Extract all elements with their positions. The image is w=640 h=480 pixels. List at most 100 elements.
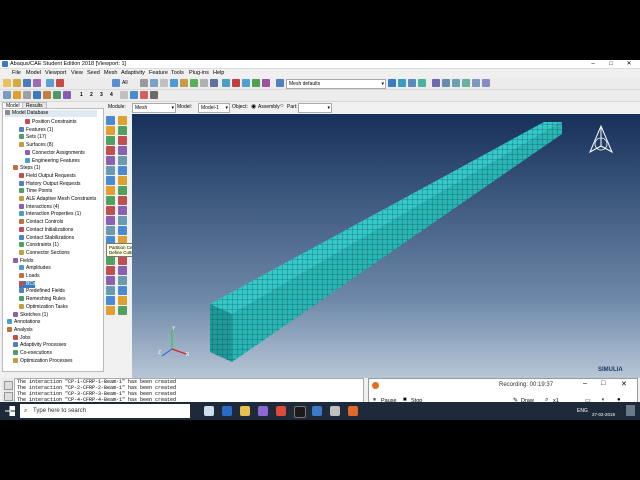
red-line-icon[interactable]: [232, 79, 240, 87]
tree-item[interactable]: Co-executions: [13, 350, 52, 357]
close-button[interactable]: ✕: [620, 60, 638, 68]
tree-item[interactable]: Optimization Tasks: [19, 303, 68, 311]
view-top-icon[interactable]: [452, 79, 460, 87]
menu-seed[interactable]: Seed: [87, 70, 100, 76]
box-zoom-icon[interactable]: [180, 79, 188, 87]
tree-item[interactable]: Position Constraints: [25, 119, 76, 126]
viewport-tool-icon-1[interactable]: [3, 91, 11, 99]
mesh-tool-icon[interactable]: [106, 226, 115, 235]
shade-icon-3[interactable]: [408, 79, 416, 87]
minimize-button[interactable]: –: [584, 60, 602, 68]
mesh-tool-icon[interactable]: [106, 296, 115, 305]
recorder-taskbar-icon[interactable]: [348, 406, 358, 416]
mesh-tool-icon[interactable]: [106, 116, 115, 125]
save-icon[interactable]: [23, 79, 31, 87]
viewport-tool-icon-4[interactable]: [33, 91, 41, 99]
viewport-tool-icon-2[interactable]: [13, 91, 21, 99]
view-back-icon[interactable]: [442, 79, 450, 87]
tree-item[interactable]: Sets (17): [19, 134, 46, 141]
zoom-icon[interactable]: [170, 79, 178, 87]
tree-item[interactable]: Annotations: [7, 319, 40, 326]
tree-item[interactable]: ALE Adaptive Mesh Constraints: [19, 196, 96, 203]
viewport-tool-icon-10[interactable]: [140, 91, 148, 99]
mesh-tool-icon[interactable]: [106, 136, 115, 145]
mesh-tool-icon[interactable]: [118, 206, 127, 215]
mesh-tool-icon[interactable]: [118, 196, 127, 205]
shade-icon-1[interactable]: [388, 79, 396, 87]
display-group-icon[interactable]: [262, 79, 270, 87]
tree-item[interactable]: Loads: [19, 273, 40, 280]
mesh-tool-icon[interactable]: [106, 206, 115, 215]
pan-icon[interactable]: [140, 79, 148, 87]
select-icon[interactable]: [112, 79, 120, 87]
mesh-tool-icon[interactable]: [118, 286, 127, 295]
color-code-icon[interactable]: [56, 79, 64, 87]
mesh-tool-icon[interactable]: [106, 126, 115, 135]
task-view-icon[interactable]: [204, 406, 214, 416]
viewport-tool-icon-6[interactable]: [53, 91, 61, 99]
magnify-icon[interactable]: [160, 79, 168, 87]
mesh-tool-icon[interactable]: [118, 186, 127, 195]
tree-item[interactable]: Optimization Processes: [13, 357, 73, 365]
windows-start-icon[interactable]: [5, 406, 15, 416]
view-right-icon[interactable]: [482, 79, 490, 87]
tree-item[interactable]: Steps (1): [13, 165, 40, 172]
tree-item[interactable]: Fields: [13, 257, 33, 265]
viewport-tool-icon-3[interactable]: [23, 91, 31, 99]
mesh-tool-icon[interactable]: [118, 156, 127, 165]
new-icon[interactable]: [3, 79, 11, 87]
mesh-tool-icon[interactable]: [118, 216, 127, 225]
auto-fit-icon[interactable]: [190, 79, 198, 87]
view-front-icon[interactable]: [432, 79, 440, 87]
mesh-tool-icon[interactable]: [106, 196, 115, 205]
tree-item[interactable]: Surfaces (8): [19, 142, 53, 149]
menu-adaptivity[interactable]: Adaptivity: [121, 70, 145, 76]
shade-icon-2[interactable]: [398, 79, 406, 87]
view-left-icon[interactable]: [472, 79, 480, 87]
viewport-tool-icon-11[interactable]: [150, 91, 158, 99]
mesh-tool-icon[interactable]: [106, 276, 115, 285]
menu-help[interactable]: Help: [213, 70, 224, 76]
viewport-number-3[interactable]: 3: [100, 92, 103, 98]
tree-item[interactable]: Predefined Fields: [19, 288, 65, 295]
tree-item[interactable]: Connector Sections: [19, 249, 70, 257]
part-select[interactable]: [298, 103, 332, 113]
viewport[interactable]: Y X Z: [132, 114, 640, 378]
mesh-tool-icon[interactable]: [118, 136, 127, 145]
mesh-tool-icon[interactable]: [106, 146, 115, 155]
tree-item[interactable]: Connector Assignments: [25, 149, 85, 157]
mesh-tool-icon[interactable]: [118, 226, 127, 235]
menu-file[interactable]: File: [12, 70, 21, 76]
tree-item[interactable]: Interactions (4): [19, 203, 59, 211]
shade-icon-4[interactable]: [418, 79, 426, 87]
tree-item[interactable]: History Output Requests: [19, 180, 80, 188]
perspective-icon[interactable]: [252, 79, 260, 87]
chrome-icon[interactable]: [276, 406, 286, 416]
tree-item[interactable]: Analysis: [7, 326, 33, 334]
mesh-tool-icon[interactable]: [118, 266, 127, 275]
command-toggle-icon[interactable]: [4, 392, 13, 401]
mesh-tool-icon[interactable]: [106, 266, 115, 275]
abaqus-taskbar-icon[interactable]: [312, 406, 322, 416]
tree-item[interactable]: Interaction Properties (1): [19, 211, 81, 218]
render-icon[interactable]: [222, 79, 230, 87]
tree-item[interactable]: Remeshing Rules: [19, 296, 65, 303]
taskbar-search-input[interactable]: ⌕ Type here to search: [20, 404, 190, 418]
model-select[interactable]: Model-1: [198, 103, 230, 113]
tree-item[interactable]: Field Output Requests: [19, 172, 76, 180]
view-manager-icon[interactable]: [210, 79, 218, 87]
mesh-defaults-icon[interactable]: [276, 79, 284, 87]
tree-item[interactable]: Amplitudes: [19, 265, 51, 272]
tree-item[interactable]: Constraints (1): [19, 242, 59, 249]
tree-item[interactable]: Adaptivity Processes: [13, 342, 66, 349]
maximize-button[interactable]: □: [602, 60, 620, 68]
tree-item[interactable]: Contact Stabilizations: [19, 234, 74, 242]
tree-item[interactable]: Features (1): [19, 126, 53, 134]
viewport-number-2[interactable]: 2: [90, 92, 93, 98]
print-icon[interactable]: [33, 79, 41, 87]
tree-item[interactable]: Sketches (1): [13, 311, 48, 319]
menu-feature[interactable]: Feature: [149, 70, 168, 76]
recorder-minimize-icon[interactable]: –: [583, 380, 587, 387]
tree-item[interactable]: Engineering Features: [25, 157, 80, 165]
mesh-tool-icon[interactable]: [106, 306, 115, 315]
